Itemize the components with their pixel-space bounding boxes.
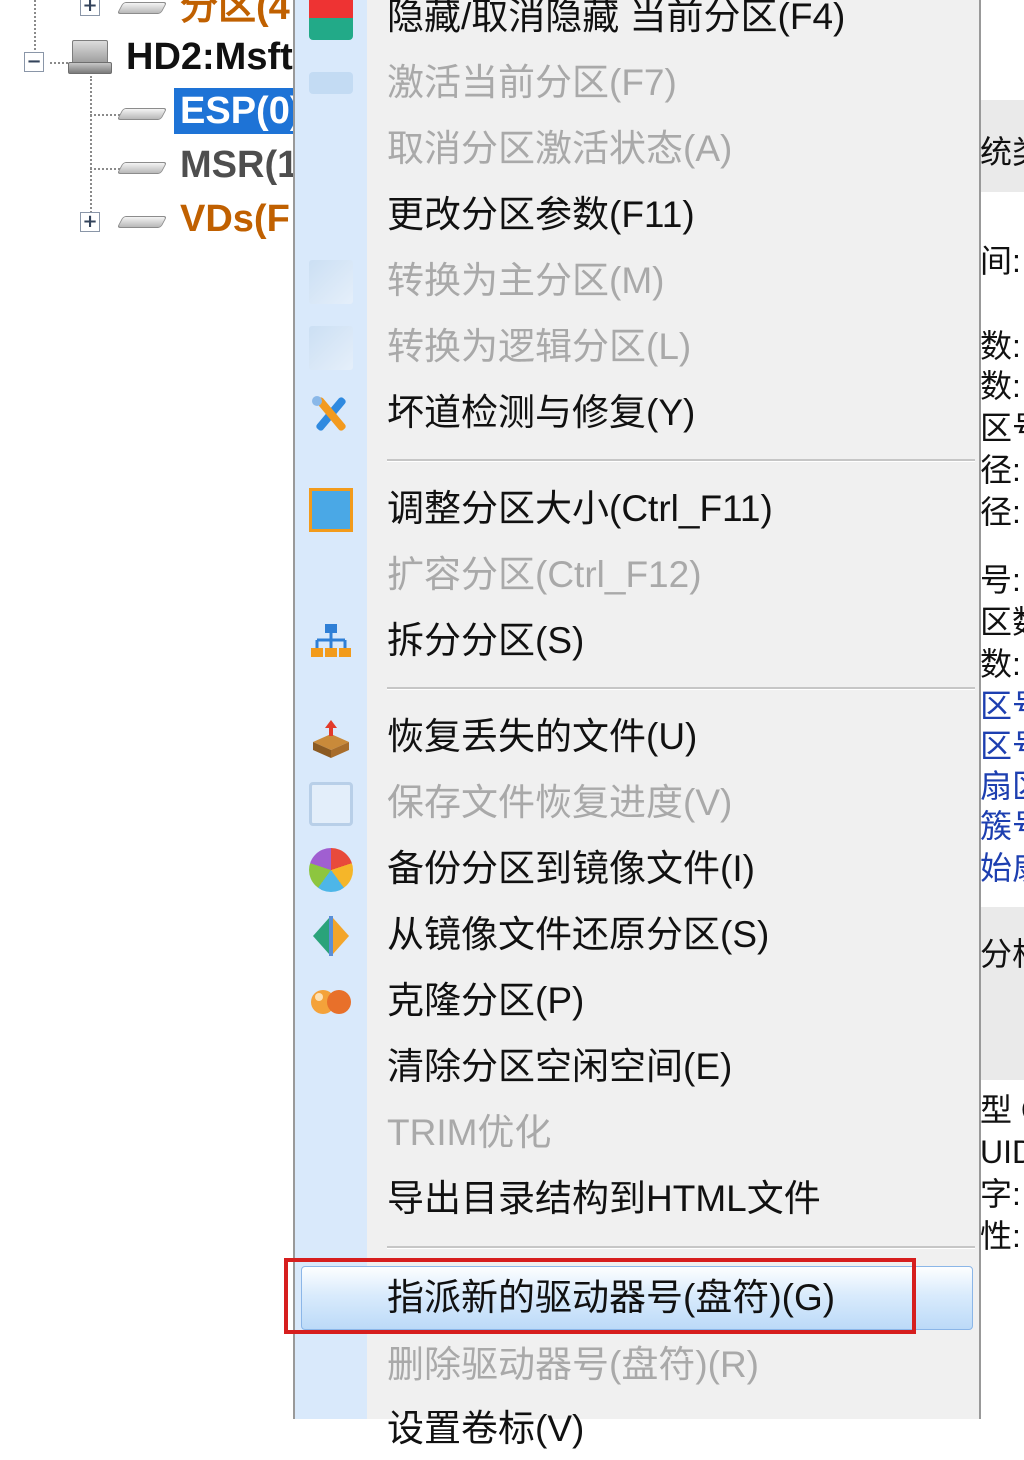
detail-field-label: 区号 (980, 410, 1024, 446)
menu-separator (387, 1246, 975, 1249)
tree-node-esp[interactable]: ESP(0) (174, 88, 309, 134)
detail-field-label: 性: (980, 1218, 1021, 1254)
detail-field-label: 径: (980, 494, 1021, 530)
tree-node-msr[interactable]: MSR(1 (180, 142, 298, 188)
menu-item-convert-primary[interactable]: 转换为主分区(M) (295, 250, 979, 312)
detail-field-label: 径: (980, 452, 1021, 488)
menu-item-change-parameters[interactable]: 更改分区参数(F11) (295, 184, 979, 246)
menu-item-label: 扩容分区(Ctrl_F12) (387, 554, 702, 595)
menu-item-wipe-free-space[interactable]: 清除分区空闲空间(E) (295, 1036, 979, 1098)
tree-connector (90, 76, 92, 224)
detail-field-label: 数: (980, 646, 1021, 682)
convert-logical-icon (309, 326, 353, 370)
menu-item-label: 取消分区激活状态(A) (387, 128, 733, 169)
detail-field-label: 数: (980, 328, 1021, 364)
detail-field-label: 间: (980, 243, 1021, 279)
split-icon (311, 624, 351, 657)
menu-item-hide-partition[interactable]: 隐藏/取消隐藏 当前分区(F4) (295, 0, 979, 48)
menu-item-label: TRIM优化 (387, 1112, 552, 1153)
menu-item-label: 转换为主分区(M) (387, 260, 665, 301)
menu-item-restore-from-image[interactable]: 从镜像文件还原分区(S) (295, 904, 979, 966)
tree-node-disk[interactable]: HD2:Msft (126, 34, 293, 80)
menu-item-label: 恢复丢失的文件(U) (387, 716, 698, 757)
recover-files-icon (313, 720, 349, 758)
detail-field-label: 统类 (980, 134, 1024, 170)
detail-tab-label[interactable]: 分析 (980, 936, 1024, 972)
detail-link[interactable]: 扇区 (980, 768, 1024, 804)
partition-drive-icon (116, 0, 168, 14)
menu-item-label: 坏道检测与修复(Y) (387, 392, 696, 433)
save-progress-icon (309, 782, 353, 826)
detail-field-label: 字: (980, 1176, 1021, 1212)
menu-item-resize-partition[interactable]: 调整分区大小(Ctrl_F11) (295, 478, 979, 540)
detail-field-label: 型 G (980, 1092, 1024, 1128)
menu-item-deactivate-partition[interactable]: 取消分区激活状态(A) (295, 118, 979, 180)
menu-separator (387, 459, 975, 462)
menu-item-recover-files[interactable]: 恢复丢失的文件(U) (295, 706, 979, 768)
menu-item-convert-logical[interactable]: 转换为逻辑分区(L) (295, 316, 979, 378)
detail-field-label: 数: (980, 368, 1021, 404)
menu-item-remove-drive-letter[interactable]: 删除驱动器号(盘符)(R) (295, 1334, 979, 1396)
menu-item-backup-to-image[interactable]: 备份分区到镜像文件(I) (295, 838, 979, 900)
tree-connector (90, 168, 120, 170)
tools-icon (312, 396, 346, 431)
tree-expand-toggle[interactable]: + (80, 0, 100, 16)
restore-image-icon (313, 916, 349, 956)
backup-image-icon (309, 848, 353, 892)
clone-icon (311, 990, 351, 1014)
hide-partition-icon (309, 0, 353, 40)
tree-connector (34, 0, 36, 50)
partition-detail-panel: 统类 间: 数: 数: 区号 径: 径: 号: 区数 数: 区号 区号 扇区 簇… (978, 0, 1024, 1419)
tree-node-label[interactable]: 分区(4 (180, 0, 290, 30)
menu-item-label: 清除分区空闲空间(E) (387, 1046, 733, 1087)
detail-link[interactable]: 区号 (980, 688, 1024, 724)
tree-connector (50, 62, 68, 64)
detail-strip (978, 0, 1024, 100)
menu-item-export-directory-html[interactable]: 导出目录结构到HTML文件 (295, 1168, 979, 1230)
menu-item-activate-partition[interactable]: 激活当前分区(F7) (295, 52, 979, 114)
menu-item-extend-partition[interactable]: 扩容分区(Ctrl_F12) (295, 544, 979, 606)
tree-connector (90, 114, 120, 116)
hard-disk-icon (68, 40, 112, 74)
menu-item-label: 备份分区到镜像文件(I) (387, 848, 755, 889)
menu-item-split-partition[interactable]: 拆分分区(S) (295, 610, 979, 672)
detail-link[interactable]: 区号 (980, 728, 1024, 764)
menu-item-bad-sector-check[interactable]: 坏道检测与修复(Y) (295, 382, 979, 444)
menu-item-label: 更改分区参数(F11) (387, 194, 695, 235)
partition-drive-icon (116, 214, 168, 228)
tree-collapse-toggle[interactable]: − (24, 52, 44, 72)
detail-field-label: 号: (980, 562, 1021, 598)
partition-tree: + 分区(4 − HD2:Msft ESP(0) MSR(1 + VDs(F (0, 0, 309, 1419)
detail-link[interactable]: 始扇 (980, 850, 1024, 886)
partition-drive-icon (116, 160, 168, 174)
menu-item-label: 隐藏/取消隐藏 当前分区(F4) (387, 0, 846, 37)
menu-separator (387, 687, 975, 690)
menu-item-label: 从镜像文件还原分区(S) (387, 914, 770, 955)
convert-primary-icon (309, 260, 353, 304)
menu-item-label: 导出目录结构到HTML文件 (387, 1178, 821, 1219)
tree-expand-toggle[interactable]: + (80, 212, 100, 232)
tree-node-vds[interactable]: VDs(F (180, 196, 290, 242)
menu-item-clone-partition[interactable]: 克隆分区(P) (295, 970, 979, 1032)
menu-item-label: 删除驱动器号(盘符)(R) (387, 1344, 760, 1385)
annotation-highlight-box (284, 1258, 916, 1334)
menu-item-label: 转换为逻辑分区(L) (387, 326, 692, 367)
partition-drive-icon (116, 106, 168, 120)
activate-partition-icon (309, 72, 353, 94)
partition-context-menu: 隐藏/取消隐藏 当前分区(F4) 激活当前分区(F7) 取消分区激活状态(A) … (293, 0, 981, 1449)
menu-item-save-recovery-progress[interactable]: 保存文件恢复进度(V) (295, 772, 979, 834)
menu-item-label: 拆分分区(S) (387, 620, 585, 661)
menu-item-label: 克隆分区(P) (387, 980, 585, 1021)
menu-item-label: 保存文件恢复进度(V) (387, 782, 733, 823)
detail-field-label: UID (980, 1134, 1024, 1170)
resize-icon (309, 488, 353, 532)
detail-link[interactable]: 簇号 (980, 808, 1024, 844)
menu-item-trim-optimize[interactable]: TRIM优化 (295, 1102, 979, 1164)
menu-item-label: 调整分区大小(Ctrl_F11) (387, 488, 773, 529)
detail-field-label: 区数 (980, 604, 1024, 640)
menu-item-label: 激活当前分区(F7) (387, 62, 677, 103)
menu-item-set-volume-label[interactable]: 设置卷标(V) (295, 1398, 979, 1460)
menu-item-label: 设置卷标(V) (387, 1408, 585, 1449)
